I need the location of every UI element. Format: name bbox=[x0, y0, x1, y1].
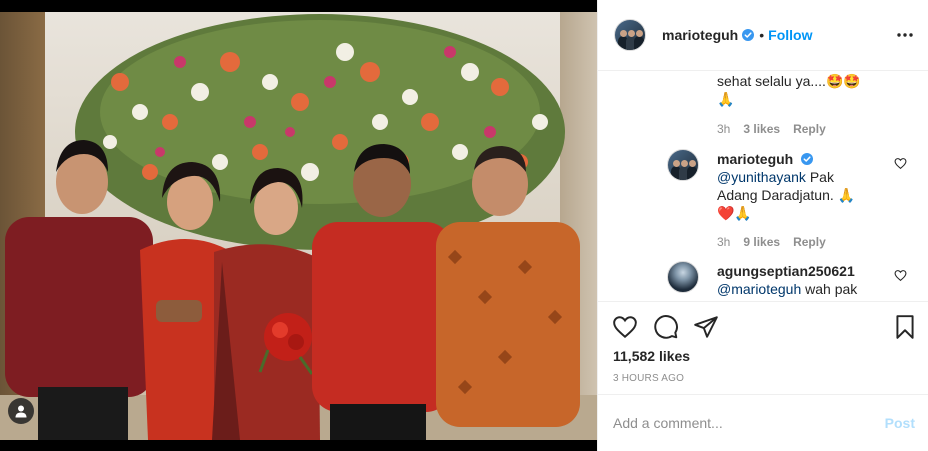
comment-meta: 3h 3 likes Reply bbox=[717, 122, 839, 136]
post-actions: 11,582 likes 3 HOURS AGO bbox=[598, 301, 928, 393]
commenter-username[interactable]: agungseptian250621 bbox=[717, 263, 855, 279]
comment-item: agungseptian250621 @marioteguh wah pak bbox=[717, 262, 877, 298]
flower-arrangement bbox=[75, 14, 565, 250]
letterbox-bottom bbox=[0, 440, 597, 451]
heart-icon[interactable] bbox=[612, 314, 638, 340]
comment-composer: Post bbox=[598, 394, 928, 451]
commenter-username[interactable]: marioteguh bbox=[717, 151, 793, 167]
family-photo-scene bbox=[5, 14, 580, 440]
user-tag-icon bbox=[15, 405, 27, 418]
post-header: marioteguh • Follow bbox=[598, 0, 928, 71]
post-comment-button[interactable]: Post bbox=[885, 415, 915, 431]
comment-text-line3: ❤️🙏 bbox=[717, 205, 752, 221]
share-icon[interactable] bbox=[693, 314, 719, 340]
verified-badge-icon bbox=[801, 153, 814, 165]
comments-list[interactable]: sehat selalu ya....🤩🤩 🙏 3h 3 likes Reply m… bbox=[598, 71, 928, 301]
comment-likes[interactable]: 3 likes bbox=[743, 122, 780, 136]
comment-like-heart-icon[interactable] bbox=[894, 269, 907, 282]
post-photo[interactable] bbox=[0, 0, 597, 451]
comment-time: 3h bbox=[717, 122, 731, 136]
author-avatar[interactable] bbox=[614, 19, 646, 51]
comment-item: sehat selalu ya....🤩🤩 🙏 3h 3 likes Reply bbox=[717, 71, 917, 136]
comment-likes[interactable]: 9 likes bbox=[743, 235, 780, 249]
commenter-avatar[interactable] bbox=[667, 261, 699, 293]
comment-input[interactable] bbox=[613, 415, 885, 431]
letterbox-top bbox=[0, 0, 597, 12]
author-username[interactable]: marioteguh bbox=[662, 27, 738, 43]
likes-count[interactable]: 11,582 likes bbox=[613, 348, 690, 364]
reply-button[interactable]: Reply bbox=[793, 235, 826, 249]
tagged-users-button[interactable] bbox=[8, 398, 34, 424]
comment-text-line2: 🙏 bbox=[717, 91, 735, 107]
header-separator: • bbox=[759, 27, 765, 43]
comment-mention[interactable]: @marioteguh bbox=[717, 281, 801, 297]
verified-badge-icon bbox=[742, 29, 755, 41]
comment-time: 3h bbox=[717, 235, 731, 249]
follow-button[interactable]: Follow bbox=[768, 27, 812, 43]
more-options-icon[interactable] bbox=[895, 25, 915, 45]
comment-icon[interactable] bbox=[653, 314, 679, 340]
comment-mention[interactable]: @yunithayank bbox=[717, 169, 806, 185]
comment-item: marioteguh @yunithayank Pak Adang Daradj… bbox=[717, 150, 877, 249]
post-sidebar: marioteguh • Follow sehat selalu ya....🤩… bbox=[597, 0, 928, 451]
commenter-avatar[interactable] bbox=[667, 149, 699, 181]
comment-text-line2: Adang Daradjatun. 🙏 bbox=[717, 187, 856, 203]
comment-text: Pak bbox=[805, 169, 834, 185]
comment-text: wah pak bbox=[801, 281, 858, 297]
post-timestamp: 3 HOURS AGO bbox=[613, 373, 685, 384]
comment-text: sehat selalu ya....🤩🤩 bbox=[717, 73, 861, 89]
comment-like-heart-icon[interactable] bbox=[894, 157, 907, 170]
reply-button[interactable]: Reply bbox=[793, 122, 826, 136]
comment-meta: 3h 9 likes Reply bbox=[717, 235, 839, 249]
bookmark-icon[interactable] bbox=[892, 314, 918, 340]
